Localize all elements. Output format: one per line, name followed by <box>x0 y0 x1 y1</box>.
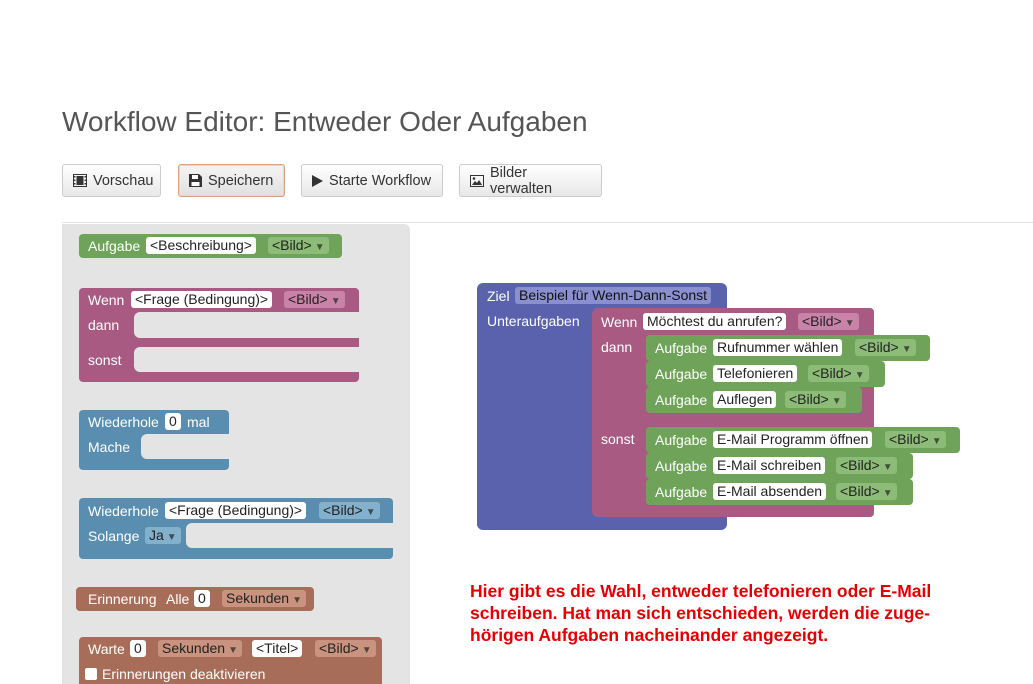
else-task-name-field[interactable]: E-Mail Programm öffnen <box>713 431 873 448</box>
divider <box>62 222 1033 223</box>
play-icon <box>312 174 323 187</box>
repeat-unit-label: mal <box>187 414 210 430</box>
toolbox-repeat-block[interactable]: Wiederhole 0 mal Mache <box>79 410 229 470</box>
annotation-note: Hier gibt es die Wahl, entweder telefoni… <box>470 580 1010 646</box>
else-task-name-field[interactable]: E-Mail schreiben <box>713 457 826 474</box>
then-task-image-dropdown[interactable]: <Bild> ▼ <box>808 365 869 382</box>
else-label: sonst <box>88 352 122 368</box>
else-task-block[interactable]: Aufgabe E-Mail Programm öffnen <Bild> ▼ <box>646 427 960 453</box>
reminder-label: Erinnerung <box>88 591 157 607</box>
if-image-dropdown[interactable]: <Bild> ▼ <box>284 291 345 308</box>
floppy-icon <box>189 174 202 187</box>
note-line: Hier gibt es die Wahl, entweder telefoni… <box>470 581 932 601</box>
preview-button[interactable]: Vorschau <box>62 164 161 197</box>
toolbox-wait-block[interactable]: Warte 0 Sekunden ▼ <Titel> <Bild> ▼ Erinne… <box>79 637 382 684</box>
then-task-block[interactable]: Aufgabe Auflegen <Bild> ▼ <box>646 387 862 413</box>
note-line: schreiben. Hat man sich entschieden, wer… <box>470 603 930 623</box>
then-label: dann <box>88 317 120 333</box>
wait-count-field[interactable]: 0 <box>130 640 146 657</box>
workspace-else-label: sonst <box>601 431 635 447</box>
else-task-image-dropdown[interactable]: <Bild> ▼ <box>836 457 897 474</box>
then-task-name-field[interactable]: Rufnummer wählen <box>713 339 843 356</box>
page-title: Workflow Editor: Entweder Oder Aufgaben <box>62 106 588 137</box>
else-task-block[interactable]: Aufgabe E-Mail schreiben <Bild> ▼ <box>646 453 913 479</box>
task-description-field[interactable]: <Beschreibung> <box>146 237 256 254</box>
film-icon <box>73 174 87 187</box>
else-task-label: Aufgabe <box>655 458 708 474</box>
if-label: Wenn <box>88 292 125 308</box>
toolbox-ifelse-block[interactable]: Wenn <Frage (Bedingung)> <Bild> ▼ dann so… <box>79 288 359 382</box>
goal-name-field[interactable]: Beispiel für Wenn-Dann-Sonst <box>515 287 712 304</box>
manage-images-label: Bilder verwalten <box>490 164 553 197</box>
if-condition-field[interactable]: <Frage (Bedingung)> <box>131 291 273 308</box>
repeat-label: Wiederhole <box>88 414 159 430</box>
then-task-image-dropdown[interactable]: <Bild> ▼ <box>855 339 916 356</box>
reminder-unit-dropdown[interactable]: Sekunden ▼ <box>222 590 306 607</box>
else-task-label: Aufgabe <box>655 432 708 448</box>
while-condition-field[interactable]: <Frage (Bedingung)> <box>165 502 307 519</box>
note-line: hörigen Aufgaben nacheinander angezeigt. <box>470 625 829 645</box>
else-task-block[interactable]: Aufgabe E-Mail absenden <Bild> ▼ <box>646 479 913 505</box>
then-task-image-dropdown[interactable]: <Bild> ▼ <box>785 391 846 408</box>
reminder-all-label: Alle <box>166 591 190 607</box>
else-task-image-dropdown[interactable]: <Bild> ▼ <box>836 483 897 500</box>
then-task-name-field[interactable]: Telefonieren <box>713 365 798 382</box>
save-label: Speichern <box>208 172 274 189</box>
workspace-then-label: dann <box>601 339 633 355</box>
picture-icon <box>470 174 484 187</box>
while-image-dropdown[interactable]: <Bild> ▼ <box>319 502 380 519</box>
question-field[interactable]: Möchtest du anrufen? <box>643 313 787 330</box>
until-value-dropdown[interactable]: Ja ▼ <box>145 527 181 544</box>
block-toolbox[interactable]: Aufgabe <Beschreibung> <Bild> ▼ Wenn <Fra… <box>62 224 410 684</box>
workspace-if-image-dropdown[interactable]: <Bild> ▼ <box>798 313 859 330</box>
wait-label: Warte <box>88 641 125 657</box>
toolbox-task-block[interactable]: Aufgabe <Beschreibung> <Bild> ▼ <box>79 234 342 258</box>
start-workflow-label: Starte Workflow <box>329 172 432 189</box>
then-task-name-field[interactable]: Auflegen <box>713 391 777 408</box>
wait-title-field[interactable]: <Titel> <box>252 640 303 657</box>
task-image-dropdown[interactable]: <Bild> ▼ <box>268 237 329 254</box>
else-task-image-dropdown[interactable]: <Bild> ▼ <box>885 431 946 448</box>
then-task-block[interactable]: Aufgabe Rufnummer wählen <Bild> ▼ <box>646 335 930 361</box>
reminder-count-field[interactable]: 0 <box>194 590 210 607</box>
manage-images-button[interactable]: Bilder verwalten <box>459 164 602 197</box>
do-label: Mache <box>88 439 131 455</box>
then-task-label: Aufgabe <box>655 366 708 382</box>
toolbox-while-block[interactable]: Wiederhole <Frage (Bedingung)> <Bild> ▼ S… <box>79 498 393 559</box>
repeat-count-field[interactable]: 0 <box>165 413 181 430</box>
wait-unit-dropdown[interactable]: Sekunden ▼ <box>158 640 242 657</box>
task-label: Aufgabe <box>88 238 141 254</box>
start-workflow-button[interactable]: Starte Workflow <box>301 164 443 197</box>
else-task-label: Aufgabe <box>655 484 708 500</box>
disable-reminders-label: Erinnerungen deaktivieren <box>102 666 266 682</box>
toolbox-reminder-block[interactable]: Erinnerung Alle 0 Sekunden ▼ <box>76 587 314 611</box>
until-label: Solange <box>88 528 140 544</box>
then-task-label: Aufgabe <box>655 392 708 408</box>
workspace-if-label: Wenn <box>601 314 638 330</box>
then-task-label: Aufgabe <box>655 340 708 356</box>
disable-reminders-checkbox[interactable] <box>85 668 97 680</box>
goal-label: Ziel <box>487 288 510 304</box>
wait-image-dropdown[interactable]: <Bild> ▼ <box>315 640 376 657</box>
save-button[interactable]: Speichern <box>178 164 285 197</box>
while-label: Wiederhole <box>88 503 159 519</box>
else-task-name-field[interactable]: E-Mail absenden <box>713 483 827 500</box>
subtasks-label: Unteraufgaben <box>487 313 580 329</box>
then-task-block[interactable]: Aufgabe Telefonieren <Bild> ▼ <box>646 361 885 387</box>
preview-label: Vorschau <box>93 172 154 189</box>
